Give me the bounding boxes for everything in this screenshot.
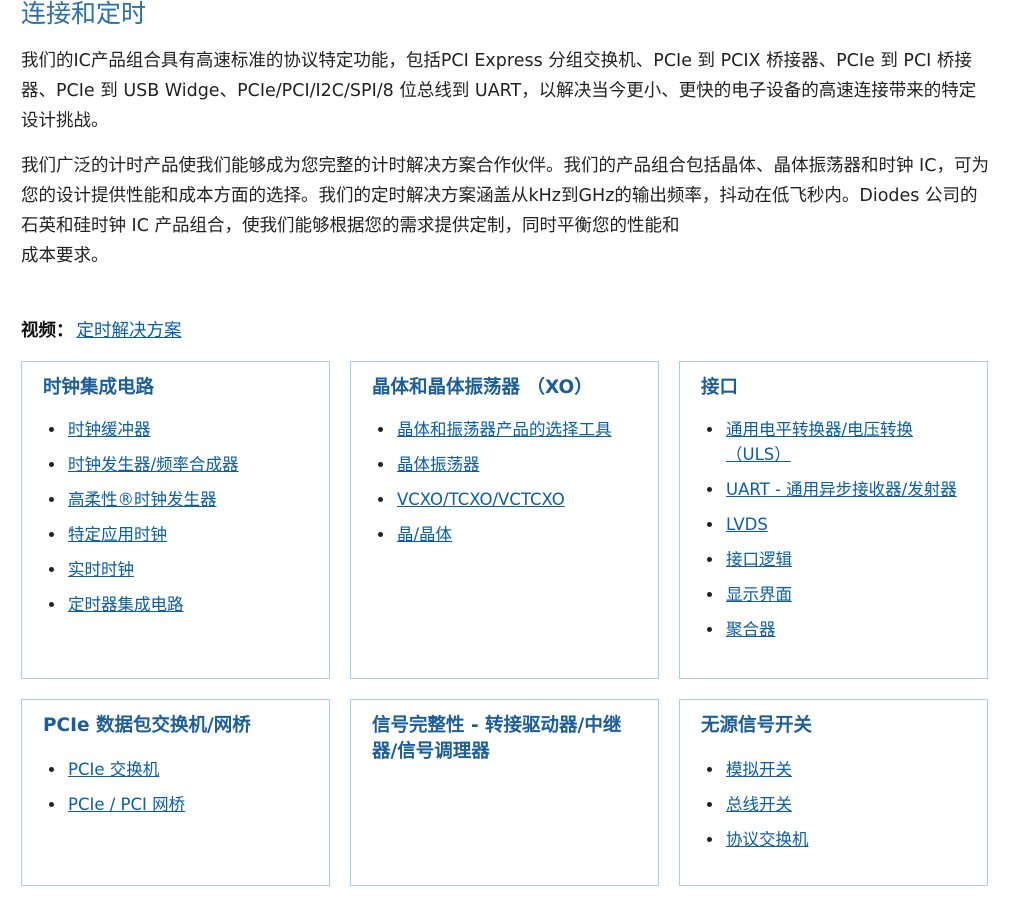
list-item: 时钟缓冲器 [49,417,308,442]
list-item: 高柔性®时钟发生器 [49,487,308,512]
list-item: VCXO/TCXO/VCTCXO [378,487,637,512]
card-title[interactable]: 时钟集成电路 [43,375,311,401]
link-lvds[interactable]: LVDS [726,515,768,534]
link-clock-buffers[interactable]: 时钟缓冲器 [68,420,151,439]
intro-paragraph-timing: 我们广泛的计时产品使我们能够成为您完整的计时解决方案合作伙伴。我们的产品组合包括… [21,151,991,271]
timing-text: 我们广泛的计时产品使我们能够成为您完整的计时解决方案合作伙伴。我们的产品组合包括… [21,156,989,236]
card-title[interactable]: PCIe 数据包交换机/网桥 [43,713,311,739]
link-interface-logic[interactable]: 接口逻辑 [726,550,792,569]
card-crystals-oscillators: 晶体和晶体振荡器 （XO） 晶体和振荡器产品的选择工具 晶体振荡器 VCXO/T… [350,361,659,679]
list-item: 总线开关 [707,792,966,817]
link-display-interface[interactable]: 显示界面 [726,585,792,604]
card-signal-integrity: 信号完整性 - 转接驱动器/中继器/信号调理器 [350,699,659,886]
link-pcie-switches[interactable]: PCIe 交换机 [68,760,159,779]
link-crystals[interactable]: 晶/晶体 [397,525,452,544]
card-link-list: 晶体和振荡器产品的选择工具 晶体振荡器 VCXO/TCXO/VCTCXO 晶/晶… [351,417,637,557]
link-protocol-switches[interactable]: 协议交换机 [726,830,809,849]
link-aggregators[interactable]: 聚合器 [726,620,776,639]
list-item: 时钟发生器/频率合成器 [49,452,308,477]
list-item: 特定应用时钟 [49,522,308,547]
card-clock-ics: 时钟集成电路 时钟缓冲器 时钟发生器/频率合成器 高柔性®时钟发生器 特定应用时… [21,361,330,679]
link-bus-switches[interactable]: 总线开关 [726,795,792,814]
list-item: 接口逻辑 [707,547,966,572]
page: 连接和定时 我们的IC产品组合具有高速标准的协议特定功能，包括PCI Expre… [0,0,1017,901]
intro-paragraph-connectivity: 我们的IC产品组合具有高速标准的协议特定功能，包括PCI Express 分组交… [21,51,977,131]
video-line: 视频： 定时解决方案 [21,316,182,346]
link-clock-generators[interactable]: 时钟发生器/频率合成器 [68,455,239,474]
list-item: 定时器集成电路 [49,592,308,617]
list-item: LVDS [707,512,966,537]
card-link-list: 通用电平转换器/电压转换（ULS） UART - 通用异步接收器/发射器 LVD… [680,417,966,652]
list-item: UART - 通用异步接收器/发射器 [707,477,966,502]
card-title[interactable]: 接口 [701,375,969,401]
link-crystal-oscillators[interactable]: 晶体振荡器 [397,455,480,474]
list-item: 显示界面 [707,582,966,607]
card-link-list: PCIe 交换机 PCIe / PCI 网桥 [22,757,308,827]
video-label: 视频： [21,321,74,341]
list-item: 通用电平转换器/电压转换（ULS） [707,417,966,467]
timing-text-end: 成本要求。 [21,246,109,266]
link-analog-switches[interactable]: 模拟开关 [726,760,792,779]
card-link-list: 时钟缓冲器 时钟发生器/频率合成器 高柔性®时钟发生器 特定应用时钟 实时时钟 … [22,417,308,627]
list-item: 协议交换机 [707,827,966,852]
card-title[interactable]: 信号完整性 - 转接驱动器/中继器/信号调理器 [372,713,640,765]
link-flexible-clock-generators[interactable]: 高柔性®时钟发生器 [68,490,217,509]
list-item: 模拟开关 [707,757,966,782]
card-pcie-switches-bridges: PCIe 数据包交换机/网桥 PCIe 交换机 PCIe / PCI 网桥 [21,699,330,886]
link-pcie-pci-bridges[interactable]: PCIe / PCI 网桥 [68,795,185,814]
link-selection-tool[interactable]: 晶体和振荡器产品的选择工具 [397,420,612,439]
card-passive-signal-switches: 无源信号开关 模拟开关 总线开关 协议交换机 [679,699,988,886]
list-item: 晶/晶体 [378,522,637,547]
list-item: 晶体和振荡器产品的选择工具 [378,417,637,442]
link-application-specific-clocks[interactable]: 特定应用时钟 [68,525,167,544]
list-item: PCIe 交换机 [49,757,308,782]
list-item: 晶体振荡器 [378,452,637,477]
link-real-time-clocks[interactable]: 实时时钟 [68,560,134,579]
card-interface: 接口 通用电平转换器/电压转换（ULS） UART - 通用异步接收器/发射器 … [679,361,988,679]
card-link-list: 模拟开关 总线开关 协议交换机 [680,757,966,862]
list-item: PCIe / PCI 网桥 [49,792,308,817]
link-vcxo-tcxo-vctcxo[interactable]: VCXO/TCXO/VCTCXO [397,490,565,509]
video-link-timing-solutions[interactable]: 定时解决方案 [77,321,182,341]
page-title: 连接和定时 [21,0,147,28]
link-uart[interactable]: UART - 通用异步接收器/发射器 [726,480,957,499]
link-timer-ics[interactable]: 定时器集成电路 [68,595,184,614]
link-universal-level-shifters[interactable]: 通用电平转换器/电压转换（ULS） [726,420,913,464]
list-item: 聚合器 [707,617,966,642]
list-item: 实时时钟 [49,557,308,582]
card-title[interactable]: 无源信号开关 [701,713,969,739]
card-title[interactable]: 晶体和晶体振荡器 （XO） [372,375,640,401]
